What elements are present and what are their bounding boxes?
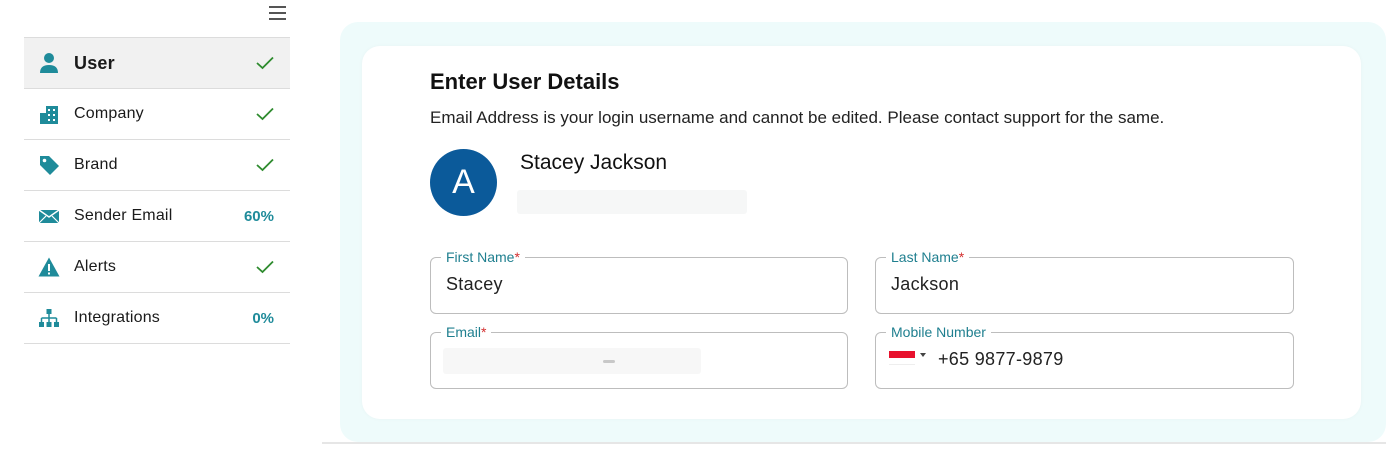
progress-percent: 0%	[252, 309, 274, 327]
menu-icon-bar	[269, 12, 286, 14]
menu-icon-bar	[269, 18, 286, 20]
first-name-value[interactable]: Stacey	[446, 274, 503, 295]
mobile-number-field[interactable]: Mobile Number +65 9877-9879	[875, 323, 1294, 389]
mobile-number-label: Mobile Number	[886, 323, 991, 341]
user-name: Stacey Jackson	[520, 151, 668, 174]
email-label: Email*	[441, 323, 492, 341]
sidebar-item-label: Integrations	[74, 309, 161, 326]
last-name-label: Last Name*	[886, 248, 970, 266]
divider	[322, 442, 1386, 444]
email-field: Email*	[430, 323, 848, 389]
email-value-redacted	[443, 348, 701, 374]
progress-percent: 60%	[243, 207, 274, 225]
first-name-label: First Name*	[441, 248, 525, 266]
singapore-flag-icon[interactable]	[889, 351, 915, 365]
avatar: A	[430, 149, 497, 216]
user-icon	[38, 52, 60, 74]
sidebar-item-label: User	[74, 52, 115, 73]
sidebar-item-label: Alerts	[74, 258, 117, 275]
envelope-icon	[38, 205, 60, 227]
required-mark: *	[958, 249, 965, 265]
check-icon	[256, 158, 274, 172]
warning-icon	[38, 256, 60, 278]
sidebar-item-alerts[interactable]: Alerts	[24, 242, 290, 293]
sidebar: User Company Brand Sender Email 60% Aler…	[24, 37, 290, 344]
menu-icon[interactable]	[268, 4, 288, 22]
check-icon	[256, 107, 274, 121]
last-name-label-text: Last Name	[891, 249, 959, 265]
last-name-field[interactable]: Last Name* Jackson	[875, 248, 1294, 314]
page-title: Enter User Details	[430, 69, 620, 94]
sidebar-item-label: Brand	[74, 156, 118, 173]
tag-icon	[38, 154, 60, 176]
page-description: Email Address is your login username and…	[430, 108, 1165, 127]
menu-icon-bar	[269, 6, 286, 8]
last-name-value[interactable]: Jackson	[891, 274, 959, 295]
first-name-field[interactable]: First Name* Stacey	[430, 248, 848, 314]
sidebar-item-brand[interactable]: Brand	[24, 140, 290, 191]
check-icon	[256, 260, 274, 274]
building-icon	[38, 103, 60, 125]
sidebar-item-user[interactable]: User	[24, 38, 290, 89]
user-email-redacted	[517, 190, 747, 214]
hierarchy-icon	[38, 307, 60, 329]
flag-red-band	[889, 351, 915, 358]
mobile-number-value[interactable]: +65 9877-9879	[938, 349, 1064, 370]
sidebar-item-label: Company	[74, 105, 144, 122]
check-icon	[256, 56, 274, 70]
required-mark: *	[481, 324, 487, 340]
country-dropdown-caret-icon[interactable]	[920, 353, 926, 357]
first-name-label-text: First Name	[446, 249, 515, 265]
sidebar-item-company[interactable]: Company	[24, 89, 290, 140]
sidebar-item-sender-email[interactable]: Sender Email 60%	[24, 191, 290, 242]
blur-artifact	[603, 360, 615, 363]
sidebar-item-label: Sender Email	[74, 207, 173, 224]
flag-white-band	[889, 358, 915, 365]
email-label-text: Email	[446, 324, 482, 340]
required-mark: *	[514, 249, 520, 265]
sidebar-item-integrations[interactable]: Integrations 0%	[24, 293, 290, 344]
